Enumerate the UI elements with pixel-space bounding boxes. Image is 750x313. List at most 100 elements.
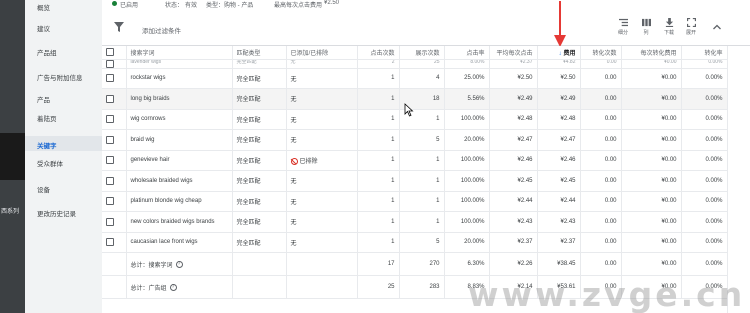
nav-item-devices[interactable]: 设备: [37, 184, 50, 194]
annotation-red-arrow-icon: [554, 1, 566, 47]
row-checkbox-cell[interactable]: [102, 232, 127, 253]
row-checkbox[interactable]: [106, 217, 114, 226]
filter-icon[interactable]: [114, 22, 124, 32]
table-row[interactable]: genevieve hair 完全匹配 已排除 1 1 100.00% ¥2.46 ¥2.46…: [102, 150, 727, 171]
select-all-checkbox[interactable]: [106, 48, 114, 57]
cell-impressions: 283: [399, 275, 445, 299]
col-ctr[interactable]: 点击率: [444, 46, 490, 60]
cell-search-term[interactable]: lavender wigs: [126, 59, 233, 69]
nav-item-change-history[interactable]: 更改历史记录: [37, 208, 76, 218]
row-checkbox[interactable]: [106, 59, 114, 67]
cell-search-term[interactable]: platinum blonde wig cheap: [126, 191, 233, 212]
segment-button[interactable]: 细分: [612, 18, 634, 44]
row-checkbox[interactable]: [106, 156, 114, 165]
status-label: 状态：: [165, 3, 184, 9]
select-all-checkbox-cell[interactable]: [102, 46, 127, 60]
row-checkbox[interactable]: [106, 115, 114, 124]
cell-search-term[interactable]: genevieve hair: [126, 150, 233, 171]
cell-search-term[interactable]: rockstar wigs: [126, 68, 233, 89]
cell-search-term[interactable]: caucasian lace front wigs: [126, 232, 233, 253]
row-checkbox[interactable]: [106, 176, 114, 185]
col-conversions[interactable]: 转化次数: [580, 46, 622, 60]
columns-button[interactable]: 列: [635, 18, 657, 44]
cell-avg-cpc-text: ¥2.50: [517, 75, 533, 82]
nav-item-overview[interactable]: 概览: [37, 2, 50, 12]
row-checkbox[interactable]: [106, 197, 114, 206]
table-row[interactable]: lavender wigs 完全匹配 无 2 25 8.00% ¥2.37 ¥4.82 0.00…: [102, 59, 727, 69]
table-row[interactable]: braid wig 完全匹配 无 1 5 20.00% ¥2.47 ¥2.47 0.00 ¥0.0…: [102, 129, 727, 151]
row-checkbox-cell[interactable]: [102, 211, 127, 233]
download-button[interactable]: 下载: [658, 18, 680, 44]
col-conversion-rate[interactable]: 转化率: [681, 46, 727, 60]
table-row[interactable]: long big braids 完全匹配 无 1 18 5.56% ¥2.49 ¥2.49 0.…: [102, 88, 727, 110]
table-row[interactable]: wholesale braided wigs 完全匹配 无 1 1 100.00% ¥2.4…: [102, 170, 727, 192]
nav-item-ads-extensions[interactable]: 广告与附加信息: [37, 72, 83, 82]
help-icon[interactable]: ?: [169, 284, 177, 292]
columns-label: 列: [643, 30, 649, 36]
row-checkbox-cell[interactable]: [102, 170, 127, 192]
col-clicks[interactable]: 点击次数: [357, 46, 400, 60]
cell-conversion-rate: 0.00%: [681, 252, 727, 276]
rail-label[interactable]: 西系列: [1, 206, 19, 215]
row-checkbox-cell[interactable]: [102, 88, 127, 110]
cell-cost-per-conversion-text: ¥0.00: [661, 218, 677, 225]
table-row[interactable]: wig cornrows 完全匹配 无 1 1 100.00% ¥2.48 ¥2.48 0.00…: [102, 109, 727, 130]
cell-conversions: 0.00: [580, 68, 622, 89]
cell-search-term[interactable]: wig cornrows: [126, 109, 233, 130]
nav-item-audiences[interactable]: 受众群体: [37, 158, 63, 168]
cell-search-term[interactable]: long big braids: [126, 88, 233, 110]
row-checkbox-cell[interactable]: [102, 59, 127, 69]
cell-search-term-text: caucasian lace front wigs: [130, 239, 198, 246]
col-cost[interactable]: ↓ 费用: [537, 46, 581, 60]
nav-item-suggestions[interactable]: 建议: [37, 23, 50, 33]
col-cost-label: 费用: [563, 50, 576, 57]
cell-conversions-text: 0.00: [604, 95, 617, 102]
row-checkbox[interactable]: [106, 238, 114, 247]
row-checkbox-cell[interactable]: [102, 129, 127, 151]
help-icon[interactable]: ?: [175, 261, 183, 269]
cell-search-term[interactable]: new colors braided wigs brands: [126, 211, 233, 233]
table-row[interactable]: platinum blonde wig cheap 完全匹配 无 1 1 100.00% ¥…: [102, 191, 727, 212]
cell-match-type: 完全匹配: [232, 59, 287, 69]
type-label: 类型：: [206, 3, 225, 9]
row-checkbox[interactable]: [106, 94, 114, 103]
cell-added-excluded-text: 无: [290, 97, 297, 104]
row-checkbox-cell[interactable]: [102, 191, 127, 212]
row-checkbox[interactable]: [106, 74, 114, 83]
table-row[interactable]: caucasian lace front wigs 完全匹配 无 1 5 20.00% ¥2…: [102, 232, 727, 253]
status-state[interactable]: 已启用: [120, 0, 138, 9]
row-checkbox-cell[interactable]: [102, 68, 127, 89]
nav-item-product-groups[interactable]: 产品组: [37, 47, 57, 57]
table-scroll-area[interactable]: [727, 46, 750, 313]
cell-clicks: 1: [357, 170, 400, 192]
col-match-type[interactable]: 匹配类型: [232, 46, 287, 60]
cell-ctr: 8.00%: [444, 59, 490, 69]
row-checkbox[interactable]: [106, 135, 114, 144]
col-impressions[interactable]: 展示次数: [399, 46, 445, 60]
col-search-term[interactable]: 搜索字词: [126, 46, 233, 60]
table-row[interactable]: new colors braided wigs brands 完全匹配 无 1 1 100…: [102, 211, 727, 233]
nav-item-keywords[interactable]: 关键字: [37, 140, 57, 150]
cell-conversion-rate: 0.00%: [681, 232, 727, 253]
collapse-chevron-up-icon[interactable]: [712, 22, 722, 32]
cell-cost-per-conversion-text: ¥0.00: [661, 198, 677, 205]
cell-clicks-text: 1: [391, 75, 395, 82]
nav-item-landing-pages[interactable]: 着陆页: [37, 113, 57, 123]
table-total-row[interactable]: 总计：搜索字词? 17 270 6.30% ¥2.26 ¥38.45 0.00 ¥0.00 0.…: [102, 252, 727, 276]
table-row[interactable]: rockstar wigs 完全匹配 无 1 4 25.00% ¥2.50 ¥2.50 0.00…: [102, 68, 727, 89]
row-checkbox-cell[interactable]: [102, 150, 127, 171]
cell-cost: ¥2.44: [537, 191, 581, 212]
cell-search-term[interactable]: braid wig: [126, 129, 233, 151]
expand-button[interactable]: 展开: [680, 18, 702, 44]
rail-active-section[interactable]: [0, 133, 25, 180]
col-added-excluded[interactable]: 已添加/已排除: [286, 46, 358, 60]
cell-conversion-rate: 0.00%: [681, 88, 727, 110]
cell-search-term-text: 总计：搜索字词: [130, 262, 173, 269]
cell-impressions: 1: [399, 170, 445, 192]
col-cost-per-conversion[interactable]: 每次转化费用: [621, 46, 682, 60]
row-checkbox-cell[interactable]: [102, 109, 127, 130]
add-filter-button[interactable]: 添加过滤条件: [142, 25, 181, 35]
cell-search-term[interactable]: wholesale braided wigs: [126, 170, 233, 192]
col-avg-cpc[interactable]: 平均每次点击: [489, 46, 538, 60]
nav-item-products[interactable]: 产品: [37, 94, 50, 104]
